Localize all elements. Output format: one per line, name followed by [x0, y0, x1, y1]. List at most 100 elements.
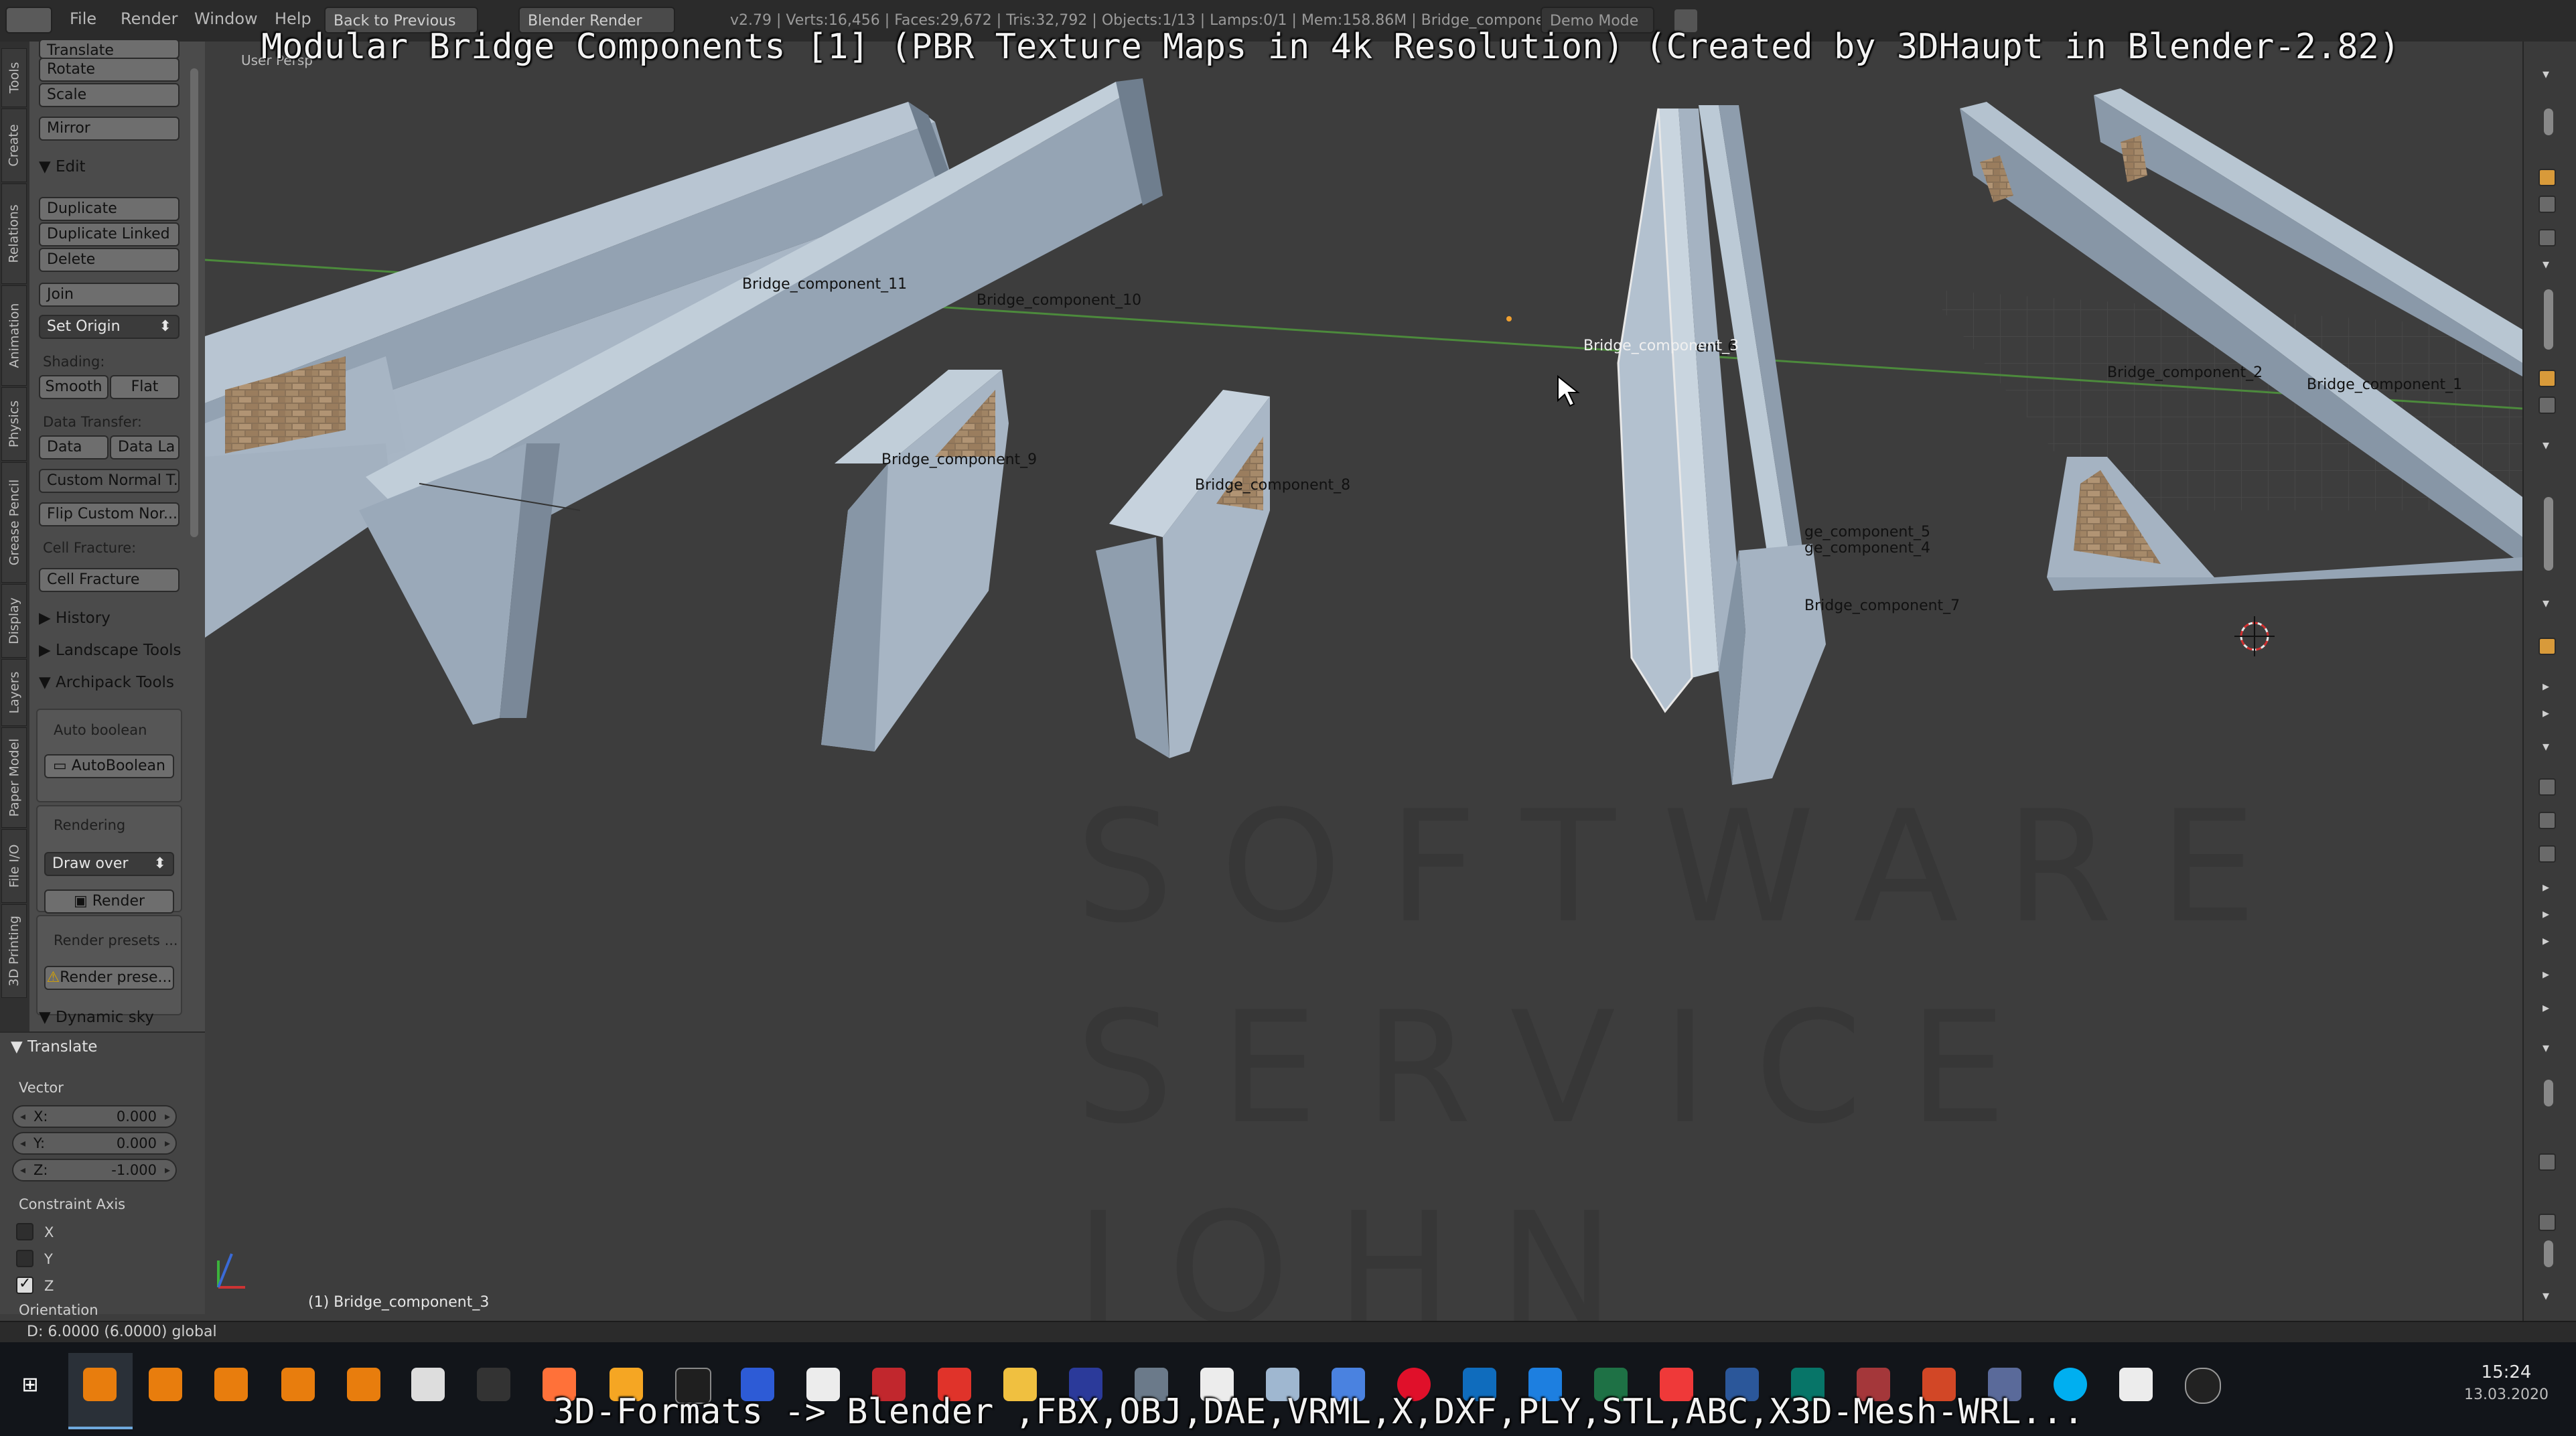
windows-start-icon[interactable]: ⊞	[13, 1368, 47, 1401]
slider-handle[interactable]	[2544, 289, 2553, 350]
translate-operator-header[interactable]: ▼ Translate	[11, 1038, 97, 1056]
arrow-right-icon[interactable]: ▸	[2543, 705, 2549, 721]
vector-z-field[interactable]: ◂ Z: -1.000 ▸	[12, 1159, 177, 1181]
arrow-right-icon[interactable]: ▸	[2543, 879, 2549, 895]
arrow-down-icon[interactable]: ▾	[2543, 738, 2549, 754]
draw-over-select[interactable]: Draw over ⬍	[44, 852, 174, 876]
tab-create[interactable]: Create	[1, 109, 27, 182]
blender-icon[interactable]	[149, 1368, 182, 1401]
flip-custom-normals-button[interactable]: Flip Custom Nor...	[39, 502, 180, 526]
constraint-z-checkbox[interactable]: ✓	[16, 1275, 33, 1294]
tab-display[interactable]: Display	[1, 584, 27, 658]
constraint-y-checkbox[interactable]	[16, 1250, 33, 1267]
shading-label: Shading:	[43, 354, 105, 370]
tab-3d-printing[interactable]: 3D Printing	[1, 904, 27, 998]
blender-icon[interactable]	[83, 1368, 117, 1401]
flat-button[interactable]: Flat	[110, 375, 180, 399]
scale-button[interactable]: Scale	[39, 83, 180, 107]
physics-icon[interactable]	[2538, 778, 2556, 796]
blender-icon[interactable]	[214, 1368, 248, 1401]
edit-panel-header[interactable]: ▼ Edit	[39, 158, 86, 175]
history-panel-header[interactable]: ▶ History	[39, 609, 111, 627]
arrow-down-icon[interactable]: ▾	[2543, 437, 2549, 453]
toolshelf-scrollbar[interactable]	[190, 68, 198, 537]
arrow-right-icon[interactable]: ▸	[2543, 906, 2549, 922]
bridge-component-8[interactable]	[1096, 390, 1270, 758]
menu-render[interactable]: Render	[121, 9, 177, 28]
slider-handle[interactable]	[2544, 1240, 2553, 1267]
slider-handle[interactable]	[2544, 109, 2553, 135]
smooth-button[interactable]: Smooth	[39, 375, 109, 399]
menu-window[interactable]: Window	[194, 9, 258, 28]
split-icon[interactable]	[2538, 1214, 2556, 1231]
tab-grease-pencil[interactable]: Grease Pencil	[1, 462, 27, 583]
arrow-right-icon[interactable]: ▸	[2543, 678, 2549, 694]
app-dark-icon[interactable]	[477, 1368, 510, 1401]
texture-icon[interactable]	[2538, 397, 2556, 414]
add-icon[interactable]	[2538, 1153, 2556, 1171]
arrow-right-icon[interactable]: ▸	[2543, 932, 2549, 948]
modifier-icon[interactable]	[2538, 196, 2556, 213]
scene-icon[interactable]	[2538, 812, 2556, 829]
video-title-overlay: Modular Bridge Components [1] (PBR Textu…	[261, 27, 2401, 67]
landscape-tools-panel-header[interactable]: ▶ Landscape Tools	[39, 642, 182, 659]
duplicate-linked-button[interactable]: Duplicate Linked	[39, 222, 180, 246]
menu-help[interactable]: Help	[275, 9, 311, 28]
menu-file[interactable]: File	[70, 9, 96, 28]
autoboolean-button[interactable]: ▭ AutoBoolean	[44, 754, 174, 778]
constraint-z-label: Z	[44, 1278, 54, 1294]
world-icon[interactable]	[2538, 845, 2556, 863]
arrow-down-icon[interactable]: ▾	[2543, 1287, 2549, 1303]
data-layers-button[interactable]: Data La	[110, 435, 180, 459]
material-icon[interactable]	[2538, 370, 2556, 387]
tab-tools[interactable]: Tools	[1, 48, 27, 107]
3d-cursor[interactable]	[2234, 616, 2275, 656]
constraint-icon[interactable]	[2538, 638, 2556, 655]
vector-y-field[interactable]: ◂ Y: 0.000 ▸	[12, 1132, 177, 1155]
arrow-right-icon[interactable]: ▸	[2543, 966, 2549, 982]
taskbar-clock[interactable]: 15:24	[2459, 1362, 2553, 1382]
bridge-component-9[interactable]	[821, 370, 1009, 751]
editor-type-button[interactable]	[5, 7, 52, 33]
arrow-down-icon[interactable]: ▾	[2543, 256, 2549, 272]
tab-animation[interactable]: Animation	[1, 285, 27, 386]
data-button[interactable]: Data	[39, 435, 109, 459]
duplicate-button[interactable]: Duplicate	[39, 197, 180, 221]
blender-icon[interactable]	[347, 1368, 380, 1401]
3d-viewport[interactable]: User Persp SOFTWARE SERVICE JOHN Bridge_…	[205, 42, 2522, 1321]
arrow-down-icon[interactable]: ▾	[2543, 66, 2549, 82]
delete-button[interactable]: Delete	[39, 248, 180, 272]
custom-normal-button[interactable]: Custom Normal T...	[39, 469, 180, 493]
slider-handle[interactable]	[2544, 1080, 2553, 1106]
translate-button[interactable]: Translate	[39, 39, 180, 59]
tab-layers[interactable]: Layers	[1, 659, 27, 726]
slider-handle[interactable]	[2544, 497, 2553, 571]
arrow-down-icon[interactable]: ▾	[2543, 1039, 2549, 1056]
tab-physics[interactable]: Physics	[1, 387, 27, 461]
vector-x-field[interactable]: ◂ X: 0.000 ▸	[12, 1105, 177, 1128]
cell-fracture-button[interactable]: Cell Fracture	[39, 568, 180, 592]
constraint-x-checkbox[interactable]	[16, 1223, 33, 1240]
tab-relations[interactable]: Relations	[1, 184, 27, 284]
object-icon[interactable]	[2538, 169, 2556, 186]
bridge-component-3[interactable]	[1506, 105, 1826, 785]
constraint-y-label: Y	[44, 1251, 53, 1267]
tab-paper-model[interactable]: Paper Model	[1, 727, 27, 828]
arrow-right-icon[interactable]: ▸	[2543, 999, 2549, 1015]
dynamic-sky-panel-header[interactable]: ▼ Dynamic sky	[39, 1009, 154, 1026]
snipping-icon[interactable]	[2119, 1368, 2153, 1401]
render-presets-button[interactable]: ⚠Render prese...	[44, 966, 174, 990]
tab-file-io[interactable]: File I/O	[1, 829, 27, 903]
taskbar-date[interactable]: 13.03.2020	[2459, 1386, 2553, 1403]
obs-icon[interactable]	[2185, 1368, 2221, 1404]
join-button[interactable]: Join	[39, 283, 180, 307]
archipack-tools-panel-header[interactable]: ▼ Archipack Tools	[39, 674, 174, 691]
render-button[interactable]: ▣ Render	[44, 889, 174, 914]
rotate-button[interactable]: Rotate	[39, 58, 180, 82]
set-origin-select[interactable]: Set Origin ⬍	[39, 315, 180, 339]
blender-icon[interactable]	[281, 1368, 315, 1401]
mirror-button[interactable]: Mirror	[39, 117, 180, 141]
data-icon[interactable]	[2538, 229, 2556, 246]
unity-icon[interactable]	[411, 1368, 445, 1401]
arrow-down-icon[interactable]: ▾	[2543, 595, 2549, 611]
